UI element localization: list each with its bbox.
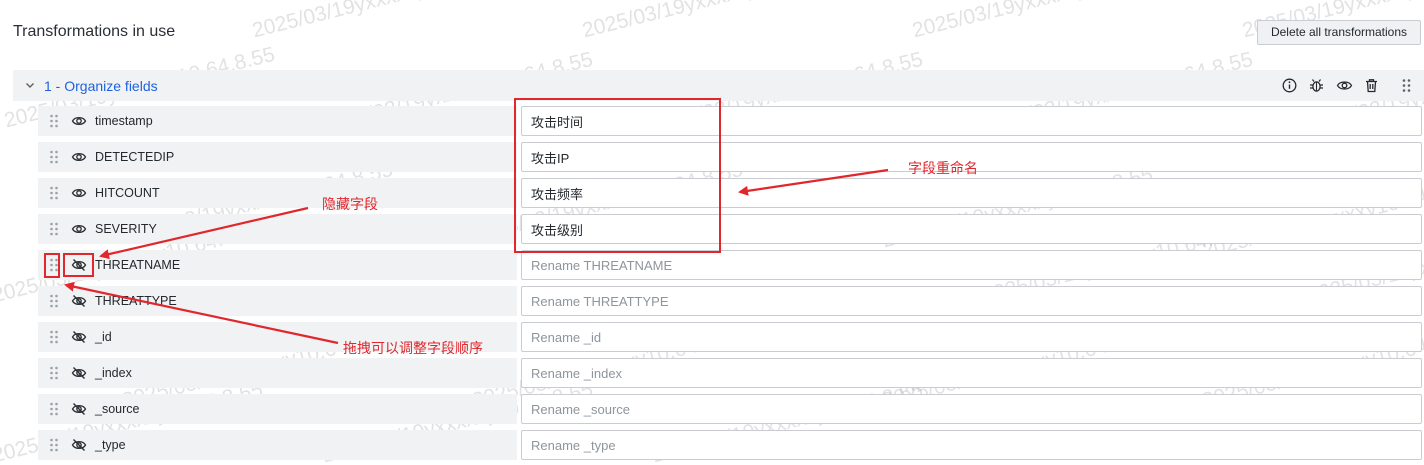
rename-field-input[interactable] xyxy=(521,250,1422,280)
field-cell[interactable]: DETECTEDIP xyxy=(38,142,517,172)
field-name: _source xyxy=(95,402,140,416)
field-cell[interactable]: timestamp xyxy=(38,106,517,136)
rename-highlight-box xyxy=(514,98,721,253)
eye-icon[interactable] xyxy=(71,221,87,237)
field-name: SEVERITY xyxy=(95,222,157,236)
rename-field-input[interactable] xyxy=(521,358,1422,388)
watermark-text: 2025/03/19yxxxxxy10.64.8.55 xyxy=(580,0,855,43)
eye-icon[interactable] xyxy=(71,185,87,201)
transformation-title[interactable]: 1 - Organize fields xyxy=(44,78,158,94)
info-icon[interactable] xyxy=(1281,77,1298,94)
drag-annotation: 拖拽可以调整字段顺序 xyxy=(343,340,483,356)
eye-icon[interactable] xyxy=(1336,77,1353,94)
drag-handle-highlight-box xyxy=(44,253,60,278)
trash-icon[interactable] xyxy=(1363,77,1380,94)
field-row: THREATNAME xyxy=(0,250,1424,280)
hide-annotation: 隐藏字段 xyxy=(322,196,378,212)
drag-handle-icon[interactable] xyxy=(48,438,60,452)
eye-off-icon[interactable] xyxy=(71,329,87,345)
rename-annotation: 字段重命名 xyxy=(908,160,978,176)
transformation-header[interactable]: 1 - Organize fields xyxy=(13,70,1424,101)
eye-off-icon[interactable] xyxy=(71,293,87,309)
drag-handle-icon[interactable] xyxy=(48,330,60,344)
field-row: THREATTYPE xyxy=(0,286,1424,316)
drag-handle-icon[interactable] xyxy=(1398,77,1415,94)
drag-handle-icon[interactable] xyxy=(48,186,60,200)
eye-icon[interactable] xyxy=(71,149,87,165)
field-cell[interactable]: THREATNAME xyxy=(38,250,517,280)
debug-icon[interactable] xyxy=(1308,77,1325,94)
section-title: Transformations in use xyxy=(13,23,176,40)
drag-handle-icon[interactable] xyxy=(48,150,60,164)
hide-icon-highlight-box xyxy=(63,253,94,277)
drag-handle-icon[interactable] xyxy=(48,294,60,308)
rename-field-input[interactable] xyxy=(521,394,1422,424)
watermark-text: 2025/03/19yxxxxxy10.64.8.55 xyxy=(910,0,1185,43)
chevron-down-icon[interactable] xyxy=(23,78,37,92)
field-row: _source xyxy=(0,394,1424,424)
eye-off-icon[interactable] xyxy=(71,437,87,453)
field-row: _type xyxy=(0,430,1424,460)
field-row: _index xyxy=(0,358,1424,388)
eye-off-icon[interactable] xyxy=(71,365,87,381)
field-cell[interactable]: _source xyxy=(38,394,517,424)
drag-handle-icon[interactable] xyxy=(48,114,60,128)
field-cell[interactable]: HITCOUNT xyxy=(38,178,517,208)
field-name: _type xyxy=(95,438,126,452)
rename-field-input[interactable] xyxy=(521,322,1422,352)
watermark-text: 2025/03/19yxxxxxy10.64.8.55 xyxy=(250,0,525,43)
drag-handle-icon[interactable] xyxy=(48,402,60,416)
field-name: timestamp xyxy=(95,114,153,128)
field-cell[interactable]: _type xyxy=(38,430,517,460)
rename-field-input[interactable] xyxy=(521,286,1422,316)
field-name: _index xyxy=(95,366,132,380)
rename-field-input[interactable] xyxy=(521,430,1422,460)
field-name: THREATNAME xyxy=(95,258,181,272)
drag-handle-icon[interactable] xyxy=(48,222,60,236)
field-cell[interactable]: SEVERITY xyxy=(38,214,517,244)
field-row: _id xyxy=(0,322,1424,352)
field-name: THREATTYPE xyxy=(95,294,177,308)
field-name: HITCOUNT xyxy=(95,186,160,200)
field-cell[interactable]: THREATTYPE xyxy=(38,286,517,316)
field-cell[interactable]: _index xyxy=(38,358,517,388)
eye-icon[interactable] xyxy=(71,113,87,129)
field-name: DETECTEDIP xyxy=(95,150,175,164)
drag-handle-icon[interactable] xyxy=(48,366,60,380)
eye-off-icon[interactable] xyxy=(71,401,87,417)
field-name: _id xyxy=(95,330,112,344)
delete-all-transformations-button[interactable]: Delete all transformations xyxy=(1257,20,1421,45)
